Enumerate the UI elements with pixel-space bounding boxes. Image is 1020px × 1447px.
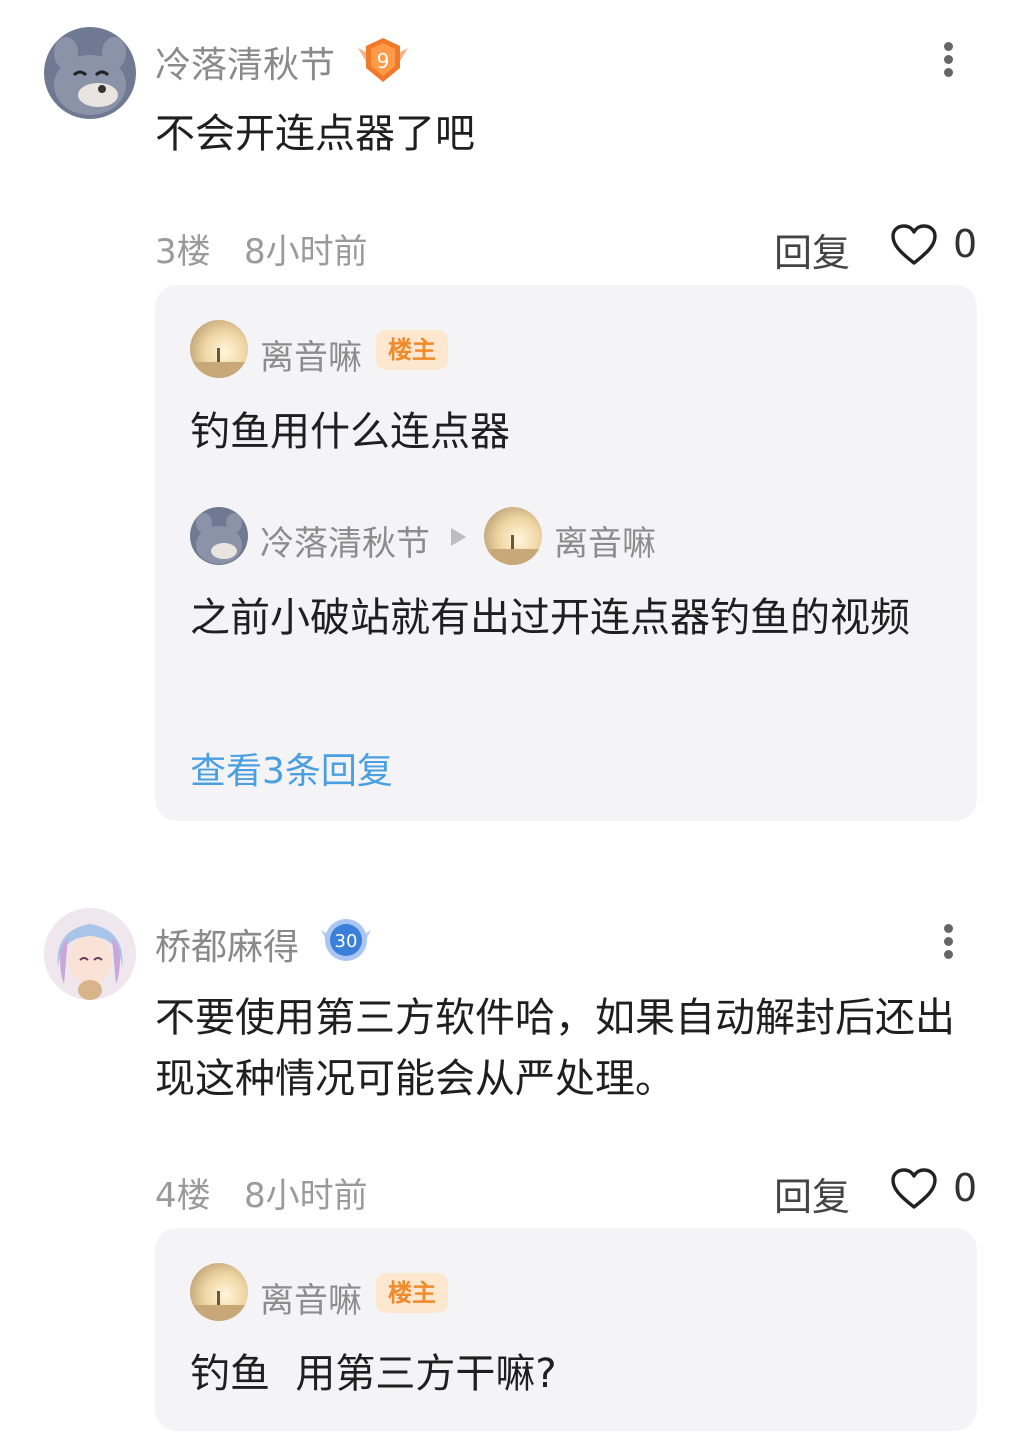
comment-post: 桥都麻得 30 不要使用第三方软件哈，如果自动解封后还出现这种情况可能会从严处理… (0, 880, 1020, 1447)
level-badge: 9 (352, 34, 414, 86)
op-tag: 楼主 (376, 1273, 448, 1313)
floor-number: 4楼 (155, 1176, 211, 1216)
reply-button[interactable]: 回复 (774, 222, 850, 277)
reply-content: 钓鱼用什么连点器 (190, 409, 510, 455)
more-options-icon[interactable] (933, 912, 963, 972)
comment-content: 不要使用第三方软件哈，如果自动解封后还出现这种情况可能会从严处理。 (155, 995, 955, 1102)
op-tag: 楼主 (376, 330, 448, 370)
more-options-icon[interactable] (933, 30, 963, 90)
reply-content: 之前小破站就有出过开连点器钓鱼的视频 (190, 595, 910, 641)
avatar[interactable] (44, 908, 136, 1000)
reply-thread: 离音嘛 楼主 钓鱼用什么连点器 冷落清秋节 离音嘛 之前小破站就有出过开连点器钓… (155, 285, 977, 821)
triangle-right-icon (451, 528, 466, 546)
svg-text:30: 30 (335, 931, 358, 952)
timestamp: 8小时前 (244, 1176, 368, 1216)
timestamp: 8小时前 (244, 232, 368, 272)
floor-number: 3楼 (155, 232, 211, 272)
avatar[interactable] (190, 507, 248, 565)
username[interactable]: 冷落清秋节 (155, 36, 335, 88)
heart-outline-icon[interactable] (890, 1167, 938, 1211)
comment-content: 不会开连点器了吧 (155, 111, 475, 157)
svg-text:9: 9 (377, 49, 390, 73)
view-more-replies-link[interactable]: 查看3条回复 (190, 742, 393, 794)
reply-username[interactable]: 离音嘛 (260, 1273, 362, 1322)
reply-to-username[interactable]: 离音嘛 (554, 516, 656, 565)
reply-content: 钓鱼 用第三方干嘛? (190, 1351, 557, 1397)
like-count: 0 (953, 1166, 978, 1210)
avatar[interactable] (484, 507, 542, 565)
reply-button[interactable]: 回复 (774, 1166, 850, 1221)
comment-post: 冷落清秋节 9 不会开连点器了吧 3楼 8小时前 回复 0 离音嘛 楼主 钓鱼用… (0, 0, 1020, 840)
reply-from-username[interactable]: 冷落清秋节 (260, 516, 430, 565)
avatar[interactable] (44, 27, 136, 119)
username[interactable]: 桥都麻得 (155, 918, 299, 970)
avatar[interactable] (190, 320, 248, 378)
avatar[interactable] (190, 1263, 248, 1321)
reply-thread: 离音嘛 楼主 钓鱼 用第三方干嘛? (155, 1228, 977, 1431)
heart-outline-icon[interactable] (890, 223, 938, 267)
level-badge: 30 (315, 914, 377, 966)
like-count: 0 (953, 222, 978, 266)
reply-username[interactable]: 离音嘛 (260, 330, 362, 379)
